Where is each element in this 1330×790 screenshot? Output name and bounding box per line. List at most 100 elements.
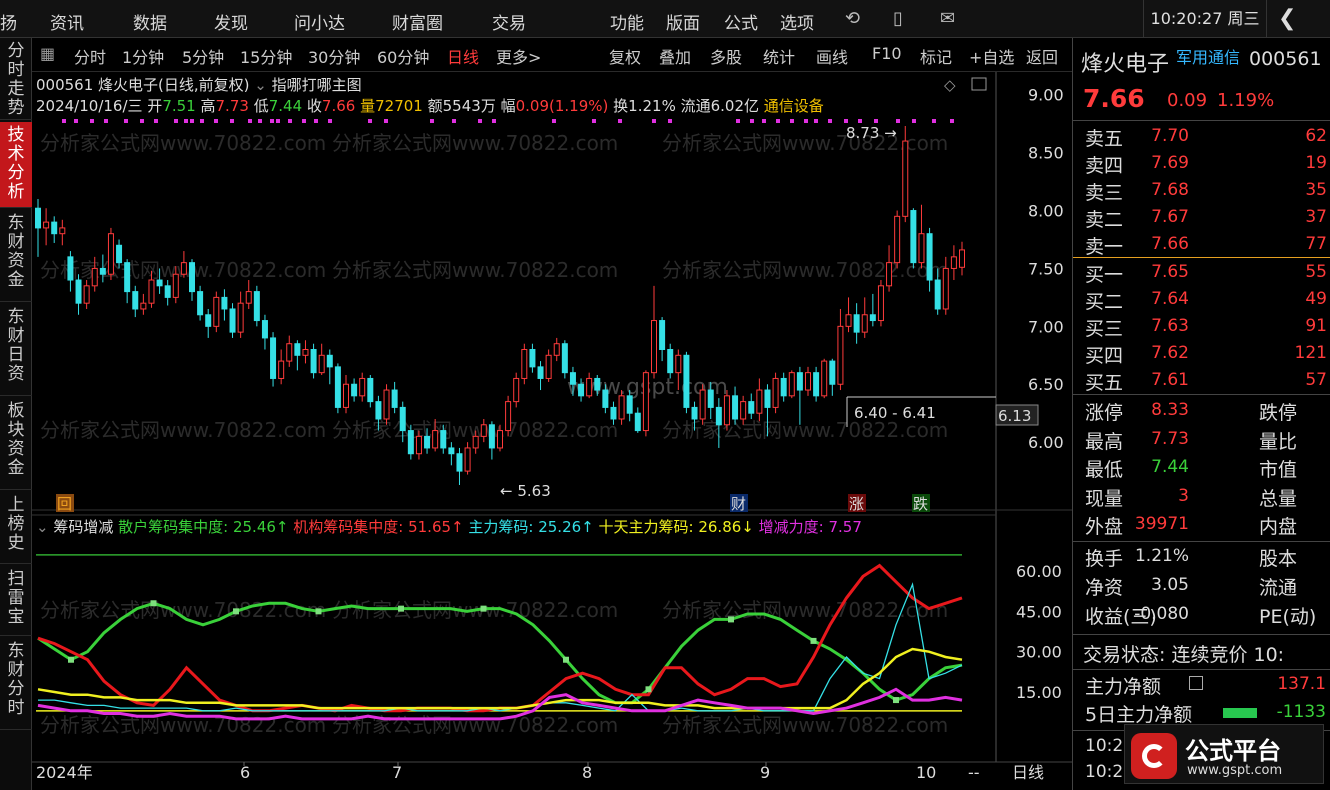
trade-status: 交易状态: 连续竞价 10: (1083, 644, 1285, 666)
candle-body (35, 207, 41, 229)
time-tick[interactable]: 日线 (1012, 763, 1044, 782)
event-marker[interactable]: 跌 (913, 495, 928, 513)
list-icon[interactable] (1189, 676, 1203, 690)
nav-east-intraday[interactable]: 东财分时 (0, 638, 32, 730)
kline-chart[interactable]: 分析家公式网www.70822.com 分析家公式网www.70822.com 分析… (32, 72, 1072, 790)
period-30min[interactable]: 30分钟 (308, 44, 360, 68)
panel-toggle-icon[interactable] (971, 77, 987, 91)
price-tick: 7.50 (1028, 259, 1064, 278)
open-value: 7.51 (162, 97, 196, 115)
nav-mine-scan[interactable]: 扫雷宝 (0, 566, 32, 636)
grid-icon[interactable]: ▦ (40, 44, 55, 63)
indicator-name[interactable]: 筹码增减 (53, 518, 113, 536)
net5-bar (1223, 708, 1257, 718)
indicator-s2: 机构筹码集中度: 51.65↑ (293, 518, 464, 536)
green-marker (233, 608, 239, 615)
candle-body (853, 314, 860, 333)
stats-button[interactable]: 统计 (763, 44, 795, 68)
refresh-icon[interactable]: ⟲ (845, 8, 860, 29)
period-15min[interactable]: 15分钟 (240, 44, 292, 68)
draw-button[interactable]: 画线 (816, 44, 848, 68)
mark-button[interactable]: 标记 (920, 44, 952, 68)
period-1min[interactable]: 1分钟 (122, 44, 164, 68)
menu-item-wealth[interactable]: 财富圈 (392, 9, 443, 34)
diamond-icon[interactable]: ◇ (944, 76, 956, 94)
row-label: 买五 (1085, 372, 1124, 394)
period-5min[interactable]: 5分钟 (182, 44, 224, 68)
menu-item-layout[interactable]: 版面 (666, 9, 700, 34)
signal-dot (762, 119, 766, 123)
signal-dot (552, 119, 556, 123)
menu-item-data[interactable]: 数据 (133, 9, 167, 34)
vol-value: 72701 (375, 97, 423, 115)
candle-body (926, 233, 933, 281)
period-daily[interactable]: 日线 (447, 44, 479, 68)
period-intraday[interactable]: 分时 (74, 44, 106, 68)
menu-item-function[interactable]: 功能 (610, 9, 644, 34)
candle-body (424, 435, 431, 449)
left-nav: 分时走势 技术分析 东财资金 东财日资 板块资金 上榜史 扫雷宝 东财分时 (0, 38, 32, 790)
overlay-button[interactable]: 叠加 (659, 44, 691, 68)
candle-body (415, 435, 422, 455)
nav-billboard[interactable]: 上榜史 (0, 492, 32, 564)
menu-item-ask[interactable]: 问小达 (294, 9, 345, 34)
menu-item-news[interactable]: 资讯 (50, 9, 84, 34)
candle-body (529, 349, 536, 368)
row-label: 卖四 (1085, 155, 1124, 177)
event-marker[interactable]: 涨 (849, 495, 864, 513)
candle-body (43, 221, 50, 229)
candle-body (83, 285, 90, 304)
signal-dot (276, 119, 280, 123)
candle-body (107, 233, 114, 275)
candle-body (302, 349, 309, 356)
candle-body (132, 291, 139, 310)
nav-sector-capital[interactable]: 板块资金 (0, 398, 32, 490)
back-button[interactable]: 返回 (1026, 44, 1058, 68)
signal-dot (74, 119, 78, 123)
candle-body (959, 249, 965, 268)
row-value: 7.62 (1151, 343, 1189, 363)
menu-item-discover[interactable]: 发现 (214, 9, 248, 34)
row-value: 8.33 (1151, 400, 1189, 420)
candle-body (707, 389, 714, 408)
indicator-dropdown-icon[interactable]: ⌄ (36, 518, 53, 536)
bid-row: 买三 7.63 91 (1073, 314, 1330, 341)
menu-item-yang[interactable]: 扬 (0, 9, 17, 34)
period-60min[interactable]: 60分钟 (377, 44, 429, 68)
signal-dot (776, 119, 780, 123)
dropdown-icon[interactable]: ⌄ (254, 76, 271, 94)
signal-dot (302, 119, 306, 123)
nav-daily-capital[interactable]: 东财日资 (0, 304, 32, 396)
kline-title-bar: 000561 烽火电子(日线,前复权) ⌄ 指哪打哪主图 (36, 74, 362, 95)
phone-icon[interactable]: ▯ (893, 8, 903, 29)
sector-value[interactable]: 通信设备 (764, 97, 824, 115)
menu-item-formula[interactable]: 公式 (724, 9, 758, 34)
ask-row: 卖四 7.69 19 (1073, 151, 1330, 178)
candle-body (845, 314, 852, 327)
candle-body (610, 406, 617, 420)
add-watchlist-button[interactable]: +自选 (969, 44, 1014, 68)
nav-intraday[interactable]: 分时走势 (0, 38, 32, 120)
event-marker[interactable]: 回 (57, 495, 72, 513)
stat-row: 现量 3 总量 (1073, 484, 1330, 511)
signal-dot (668, 119, 672, 123)
kline-formula[interactable]: 指哪打哪主图 (272, 76, 362, 94)
nav-capital[interactable]: 东财资金 (0, 210, 32, 302)
period-more[interactable]: 更多> (496, 44, 541, 68)
menu-item-trade[interactable]: 交易 (492, 9, 526, 34)
signal-dot (368, 119, 372, 123)
nav-technical[interactable]: 技术分析 (0, 122, 32, 208)
f10-button[interactable]: F10 (872, 44, 902, 63)
row-label: 买四 (1085, 345, 1124, 367)
collapse-chevron-icon[interactable]: ❮ (1278, 6, 1296, 31)
mail-icon[interactable]: ✉ (940, 8, 955, 29)
signal-dot (62, 119, 66, 123)
menu-item-options[interactable]: 选项 (780, 9, 814, 34)
event-marker[interactable]: 财 (731, 495, 746, 513)
candle-body (918, 233, 925, 264)
multi-stock-button[interactable]: 多股 (710, 44, 742, 68)
bid-row: 买一 7.65 55 (1073, 260, 1330, 287)
adjust-button[interactable]: 复权 (609, 44, 641, 68)
stock-concept-tag[interactable]: 军用通信 (1176, 44, 1240, 68)
signal-dot (384, 119, 388, 123)
